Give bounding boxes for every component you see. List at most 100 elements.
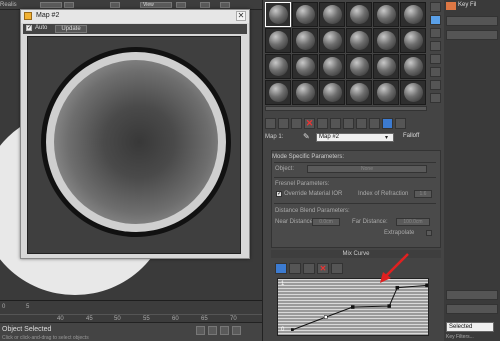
curve-point[interactable]	[387, 304, 391, 308]
go-forward-to-sibling-icon[interactable]	[395, 117, 406, 129]
viewport-label: Realis	[0, 2, 17, 8]
object-picker-button[interactable]: None	[307, 165, 427, 173]
lock-icon[interactable]	[196, 326, 205, 335]
uv-tiling-icon[interactable]	[430, 41, 441, 51]
sample-slot[interactable]	[400, 2, 426, 27]
toolbar-button[interactable]	[110, 2, 120, 8]
reset-map-icon[interactable]: ✕	[304, 117, 315, 129]
far-distance-input[interactable]: 100.0cm	[396, 218, 430, 226]
sample-slot[interactable]	[265, 54, 291, 79]
extrapolate-checkbox[interactable]	[426, 230, 432, 236]
sample-slot[interactable]	[292, 80, 318, 105]
add-point-icon[interactable]	[303, 263, 315, 274]
make-preview-icon[interactable]	[430, 67, 441, 77]
curve-point[interactable]	[324, 315, 328, 319]
sample-slot[interactable]	[346, 2, 372, 27]
sample-slot[interactable]	[319, 28, 345, 53]
sample-slot[interactable]	[400, 54, 426, 79]
sample-slot[interactable]	[265, 28, 291, 53]
sample-slot[interactable]	[265, 2, 291, 27]
options-icon[interactable]	[430, 80, 441, 90]
put-to-library-icon[interactable]	[330, 117, 341, 129]
go-to-parent-icon[interactable]	[382, 117, 393, 129]
sample-slot[interactable]	[373, 28, 399, 53]
backlight-icon[interactable]	[430, 15, 441, 25]
map-type-button[interactable]: Falloff	[403, 133, 441, 143]
make-unique-icon[interactable]	[317, 117, 328, 129]
scale-point-icon[interactable]	[289, 263, 301, 274]
sample-slot[interactable]	[292, 28, 318, 53]
sample-slot[interactable]	[292, 2, 318, 27]
reset-curve-icon[interactable]	[331, 263, 343, 274]
absolute-mode-icon[interactable]	[220, 326, 229, 335]
graph-y-min-label: 0	[281, 327, 285, 333]
slots-scrollbar[interactable]	[265, 106, 427, 111]
sample-slot[interactable]	[346, 54, 372, 79]
delete-point-icon[interactable]: ✕	[317, 263, 329, 274]
sample-slot[interactable]	[400, 80, 426, 105]
show-end-result-icon[interactable]	[369, 117, 380, 129]
assign-to-selection-icon[interactable]	[291, 117, 302, 129]
sample-slot[interactable]	[346, 80, 372, 105]
map-window-titlebar[interactable]: Map #2 ✕	[21, 10, 249, 23]
material-editor: ✕ Map 1: ✎ Map #2 ▾ Falloff Mode Specifi…	[262, 0, 444, 341]
extrapolate-label: Extrapolate	[384, 230, 415, 236]
timeline[interactable]: 0 5 40 45 50 55 60 65 70	[0, 300, 262, 322]
view-dropdown[interactable]: View	[140, 2, 172, 8]
sample-slot[interactable]	[265, 80, 291, 105]
command-panel-label: Key Fil	[458, 2, 477, 8]
chevron-down-icon[interactable]: ▾	[385, 134, 388, 141]
ior-input[interactable]: 1.6	[414, 190, 432, 198]
sample-slot[interactable]	[319, 80, 345, 105]
material-id-icon[interactable]	[343, 117, 354, 129]
curve-line	[291, 284, 428, 331]
show-map-in-viewport-icon[interactable]	[356, 117, 367, 129]
selection-lock-icon[interactable]	[208, 326, 217, 335]
material-sphere-icon	[296, 31, 315, 50]
sample-slot[interactable]	[346, 28, 372, 53]
material-sphere-icon	[269, 31, 288, 50]
panel-button[interactable]	[446, 304, 498, 314]
sample-slot[interactable]	[292, 54, 318, 79]
key-filters-button[interactable]: Key Filters...	[446, 334, 474, 340]
sample-slot[interactable]	[373, 54, 399, 79]
select-by-material-icon[interactable]	[430, 93, 441, 103]
toolbar-button[interactable]	[220, 2, 230, 8]
sample-slot[interactable]	[319, 2, 345, 27]
mix-curve-plot[interactable]	[291, 283, 428, 331]
curve-point[interactable]	[351, 305, 355, 309]
background-icon[interactable]	[430, 28, 441, 38]
sample-slot[interactable]	[373, 80, 399, 105]
panel-button[interactable]	[446, 30, 498, 40]
map-preview-window[interactable]: Map #2 ✕ ✓ Auto Update	[20, 9, 250, 259]
video-color-check-icon[interactable]	[430, 54, 441, 64]
update-button[interactable]: Update	[55, 25, 87, 33]
toolbar-button[interactable]	[64, 2, 74, 8]
sample-type-icon[interactable]	[430, 2, 441, 12]
put-to-scene-icon[interactable]	[278, 117, 289, 129]
near-distance-input[interactable]: 0.0cm	[312, 218, 340, 226]
status-bar: Object Selected Click or click-and-drag …	[0, 322, 262, 341]
toolbar-button[interactable]	[176, 2, 186, 8]
selection-dropdown[interactable]: Selected	[446, 322, 494, 332]
coordinate-icon[interactable]	[232, 326, 241, 335]
move-point-icon[interactable]	[275, 263, 287, 274]
map-name-field[interactable]: Map #2	[316, 133, 394, 142]
color-swatch[interactable]	[446, 2, 456, 10]
sample-slot[interactable]	[373, 2, 399, 27]
curve-point[interactable]	[425, 283, 429, 288]
sample-slot[interactable]	[400, 28, 426, 53]
sample-slot[interactable]	[319, 54, 345, 79]
toolbar-button[interactable]	[200, 2, 210, 8]
curve-point[interactable]	[291, 328, 294, 332]
get-material-icon[interactable]	[265, 117, 276, 129]
override-ior-checkbox[interactable]: ✓	[276, 191, 282, 197]
auto-checkbox[interactable]: ✓	[26, 25, 32, 31]
close-button[interactable]: ✕	[236, 11, 246, 21]
timeline-ruler[interactable]: 0 5 40 45 50 55 60 65 70	[0, 303, 262, 322]
fresnel-label: Fresnel Parameters:	[275, 181, 330, 187]
toolbar-dropdown[interactable]	[40, 2, 62, 8]
panel-button[interactable]	[446, 290, 498, 300]
panel-button[interactable]	[446, 16, 498, 26]
eyedropper-icon[interactable]: ✎	[303, 133, 311, 142]
